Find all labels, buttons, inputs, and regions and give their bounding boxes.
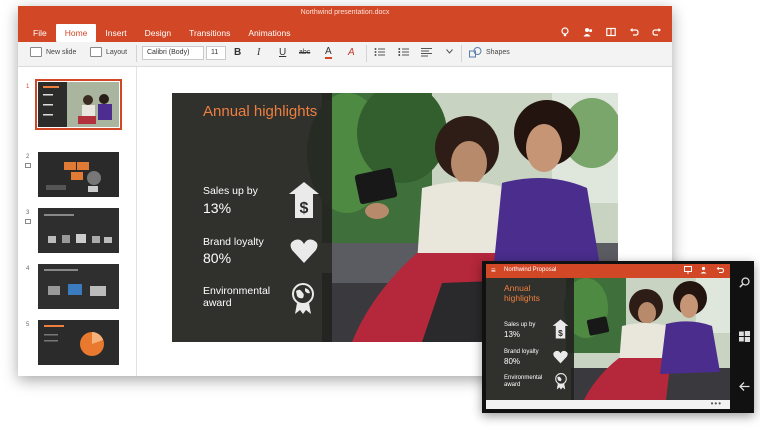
windows-start-icon[interactable] bbox=[738, 331, 750, 345]
phone-actions bbox=[684, 266, 725, 277]
search-icon[interactable] bbox=[738, 277, 750, 291]
tab-design[interactable]: Design bbox=[136, 24, 180, 42]
slide-title: Annual highlights bbox=[203, 103, 318, 120]
new-slide-button[interactable]: New slide bbox=[30, 47, 76, 57]
present-icon[interactable] bbox=[684, 266, 692, 277]
font-color-button[interactable]: A bbox=[325, 47, 332, 59]
new-slide-icon bbox=[30, 47, 42, 57]
phone-stat-value-sales: 13% bbox=[504, 330, 521, 339]
phone-title-bar: ≡ Northwind Proposal bbox=[486, 264, 730, 278]
slide-thumbnail-5[interactable]: 5 bbox=[18, 320, 136, 368]
stat-label-award: Environmental award bbox=[203, 285, 271, 309]
tab-transitions[interactable]: Transitions bbox=[180, 24, 239, 42]
ribbon-tabs: File Home Insert Design Transitions Anim… bbox=[24, 24, 299, 42]
reading-view-icon[interactable] bbox=[606, 27, 616, 40]
share-people-icon[interactable] bbox=[583, 27, 593, 40]
title-actions bbox=[560, 27, 662, 40]
stat-value-loyalty: 80% bbox=[203, 250, 232, 266]
redo-icon[interactable] bbox=[652, 27, 662, 40]
undo-icon[interactable] bbox=[629, 27, 639, 40]
heart-icon bbox=[553, 350, 568, 364]
slide-number: 5 bbox=[26, 322, 30, 328]
chevron-down-icon bbox=[446, 49, 453, 54]
svg-text:$: $ bbox=[300, 200, 309, 217]
ribbon-divider bbox=[136, 45, 137, 62]
italic-button[interactable]: I bbox=[257, 47, 260, 58]
slide-thumbnail-3[interactable]: 3 bbox=[18, 208, 136, 256]
lightbulb-icon[interactable] bbox=[560, 27, 570, 40]
more-options-button[interactable]: ••• bbox=[711, 399, 722, 408]
title-bar: Northwind presentation.docx File Home In… bbox=[18, 6, 672, 42]
slide-number: 1 bbox=[26, 84, 30, 90]
hamburger-menu-icon[interactable]: ≡ bbox=[491, 266, 496, 275]
slide-thumbnail-image bbox=[38, 320, 119, 365]
stat-label-sales: Sales up by bbox=[203, 185, 258, 197]
bullets-button[interactable] bbox=[374, 47, 385, 60]
globe-ribbon-icon bbox=[555, 373, 567, 390]
slide-thumbnail-image bbox=[35, 79, 122, 130]
align-left-icon bbox=[421, 48, 432, 57]
slide-thumbnail-pane: 1 2 3 4 5 bbox=[18, 67, 137, 376]
shapes-icon bbox=[469, 47, 482, 58]
slide-thumbnail-image bbox=[38, 152, 119, 197]
dollar-shield-icon: $ bbox=[552, 319, 569, 339]
layout-label: Layout bbox=[106, 48, 128, 56]
phone-stat-label-award: Environmental award bbox=[504, 375, 543, 388]
slide-thumbnail-image bbox=[38, 208, 119, 253]
slide-number: 4 bbox=[26, 266, 30, 272]
slide-number: 3 bbox=[26, 210, 30, 216]
stat-label-loyalty: Brand loyalty bbox=[203, 236, 264, 248]
new-slide-label: New slide bbox=[46, 48, 77, 56]
phone-device: ≡ Northwind Proposal Annual highlights S… bbox=[482, 261, 754, 413]
slide-number: 2 bbox=[26, 154, 30, 160]
ribbon-divider bbox=[461, 45, 462, 62]
share-people-icon[interactable] bbox=[700, 266, 708, 277]
phone-app-bar: ••• bbox=[486, 399, 730, 409]
slide-thumbnail-1[interactable]: 1 bbox=[18, 79, 136, 130]
shapes-label: Shapes bbox=[486, 49, 510, 56]
layout-button[interactable]: Layout bbox=[90, 47, 127, 57]
undo-icon[interactable] bbox=[716, 266, 725, 277]
shapes-button[interactable]: Shapes bbox=[469, 47, 510, 58]
notes-icon bbox=[25, 163, 31, 168]
bulleted-list-icon bbox=[374, 48, 385, 56]
slide-thumbnail-image bbox=[38, 264, 119, 309]
underline-button[interactable]: U bbox=[279, 47, 286, 58]
numbered-list-icon bbox=[398, 48, 409, 56]
tab-insert[interactable]: Insert bbox=[96, 24, 135, 42]
ribbon-divider bbox=[366, 45, 367, 62]
highlight-button[interactable]: A bbox=[348, 47, 355, 58]
font-size-select[interactable]: 11 bbox=[206, 46, 226, 60]
numbering-button[interactable] bbox=[398, 47, 409, 60]
strikethrough-button[interactable]: abc bbox=[299, 49, 310, 56]
tab-home[interactable]: Home bbox=[55, 24, 97, 42]
heart-icon bbox=[290, 239, 318, 263]
phone-stat-label-loyalty: Brand loyalty bbox=[504, 349, 539, 355]
svg-text:$: $ bbox=[558, 328, 563, 338]
paragraph-dropdown[interactable] bbox=[446, 49, 453, 56]
tab-file[interactable]: File bbox=[24, 24, 56, 42]
align-button[interactable] bbox=[421, 47, 432, 60]
slide-thumbnail-4[interactable]: 4 bbox=[18, 264, 136, 312]
phone-screen: ≡ Northwind Proposal Annual highlights S… bbox=[486, 264, 730, 409]
phone-stat-value-loyalty: 80% bbox=[504, 357, 521, 366]
phone-stat-label-sales: Sales up by bbox=[504, 322, 536, 328]
slide-thumbnail-2[interactable]: 2 bbox=[18, 152, 136, 200]
home-ribbon: New slide Layout Calibri (Body) 11 B I U… bbox=[18, 42, 672, 67]
globe-ribbon-icon bbox=[292, 283, 314, 314]
notes-icon bbox=[25, 219, 31, 224]
layout-icon bbox=[90, 47, 102, 57]
stat-value-sales: 13% bbox=[203, 200, 232, 216]
font-name-select[interactable]: Calibri (Body) bbox=[142, 46, 204, 60]
back-arrow-icon[interactable] bbox=[738, 381, 750, 395]
phone-slide-canvas[interactable]: Annual highlights Sales up by 13% $ Bran… bbox=[486, 278, 730, 400]
phone-nav-bar bbox=[734, 261, 754, 413]
phone-slide-title: Annual highlights bbox=[504, 283, 540, 303]
dollar-shield-icon: $ bbox=[289, 182, 319, 218]
tab-animations[interactable]: Animations bbox=[239, 24, 299, 42]
bold-button[interactable]: B bbox=[234, 47, 241, 58]
document-title: Northwind presentation.docx bbox=[300, 9, 390, 16]
phone-document-title: Northwind Proposal bbox=[504, 267, 557, 273]
